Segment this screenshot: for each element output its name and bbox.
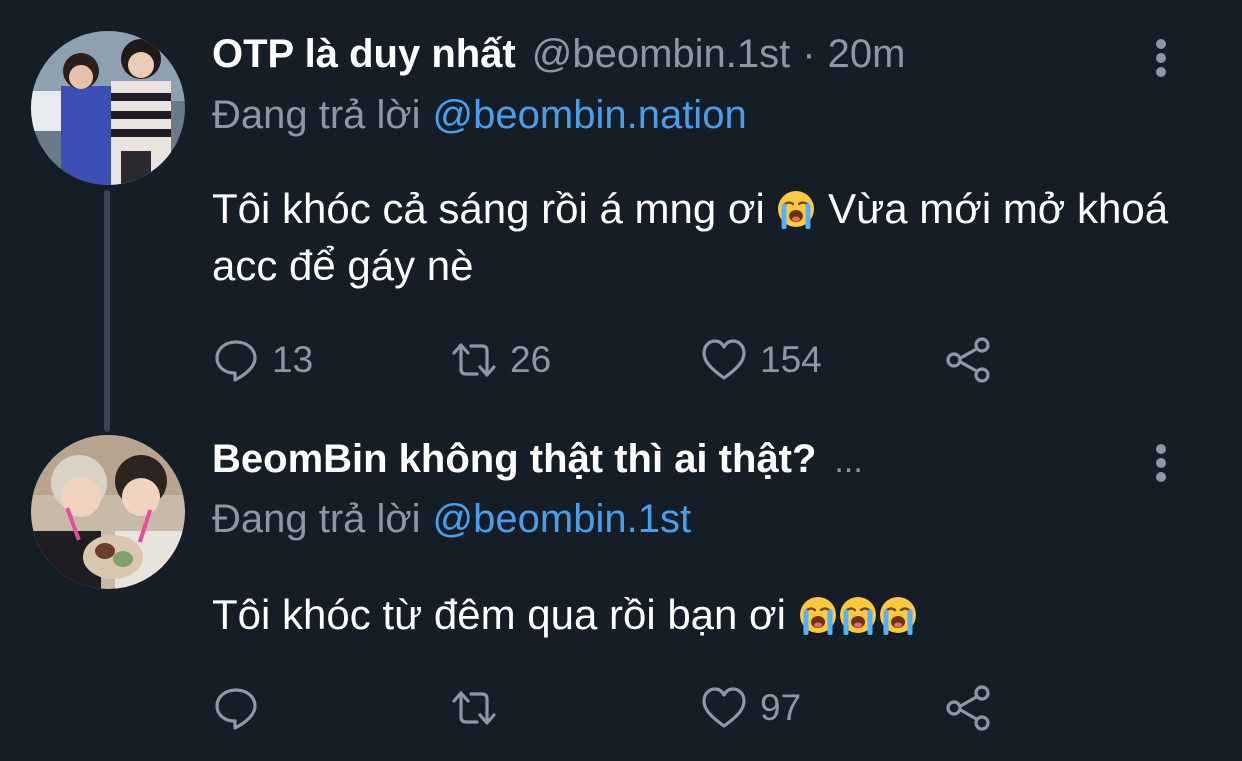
like-count: 154	[760, 339, 822, 380]
like-button[interactable]: 154	[700, 335, 822, 385]
retweet-arrows-icon	[452, 691, 496, 725]
more-options-icon[interactable]	[1150, 35, 1172, 85]
share-button[interactable]	[944, 683, 992, 733]
retweet-button[interactable]: 26	[450, 335, 551, 385]
name-truncation: ...	[834, 442, 863, 480]
display-name[interactable]: BeomBin không thật thì ai thật?	[212, 437, 816, 482]
retweet-count: 26	[510, 339, 552, 380]
user-handle[interactable]: @beombin.1st	[532, 32, 791, 77]
heart-icon	[702, 687, 746, 728]
share-nodes-icon	[946, 685, 990, 731]
replying-to: Đang trả lời @beombin.nation	[212, 93, 747, 138]
display-name[interactable]: OTP là duy nhất	[212, 32, 516, 77]
retweet-arrows-icon	[452, 343, 496, 377]
replying-to-label: Đang trả lời	[212, 497, 421, 541]
speech-bubble-icon	[215, 340, 257, 382]
conversation-thread: OTP là duy nhất @beombin.1st · 20m Đang …	[0, 0, 1242, 761]
avatar[interactable]	[31, 31, 185, 185]
retweet-button[interactable]	[450, 683, 510, 733]
replying-to-label: Đang trả lời	[212, 93, 421, 137]
loudly-crying-face-emoji	[776, 189, 816, 229]
reply-button[interactable]	[212, 683, 272, 733]
share-nodes-icon	[946, 337, 990, 383]
loudly-crying-face-emoji	[798, 595, 838, 635]
loudly-crying-face-emoji	[878, 595, 918, 635]
timestamp[interactable]: 20m	[828, 32, 906, 77]
tweet-text: Tôi khóc từ đêm qua rồi bạn ơi	[212, 586, 1172, 643]
reply-count: 13	[272, 339, 314, 380]
avatar[interactable]	[31, 435, 185, 589]
speech-bubble-icon	[215, 688, 257, 730]
mention-link[interactable]: @beombin.nation	[433, 93, 747, 137]
more-options-icon[interactable]	[1150, 440, 1172, 490]
replying-to: Đang trả lời @beombin.1st	[212, 497, 691, 542]
tweet-actions: 97	[212, 683, 1012, 733]
tweet-text-part: Tôi khóc cả sáng rồi á mng ơi	[212, 185, 777, 232]
share-button[interactable]	[944, 335, 992, 385]
tweet-text: Tôi khóc cả sáng rồi á mng ơi Vừa mới mở…	[212, 180, 1172, 294]
separator-dot: ·	[802, 32, 816, 76]
like-count: 97	[760, 687, 802, 728]
heart-icon	[702, 339, 746, 380]
thread-connector-line	[104, 190, 110, 432]
like-button[interactable]: 97	[700, 683, 801, 733]
tweet-text-part: Tôi khóc từ đêm qua rồi bạn ơi	[212, 591, 798, 638]
reply-button[interactable]: 13	[212, 335, 313, 385]
loudly-crying-face-emoji	[838, 595, 878, 635]
tweet[interactable]: BeomBin không thật thì ai thật? ... Đang…	[0, 432, 1242, 761]
tweet-header: BeomBin không thật thì ai thật? ...	[212, 437, 863, 497]
tweet[interactable]: OTP là duy nhất @beombin.1st · 20m Đang …	[0, 0, 1242, 432]
tweet-actions: 13 26 154	[212, 335, 1012, 385]
tweet-header: OTP là duy nhất @beombin.1st · 20m	[212, 32, 905, 92]
mention-link[interactable]: @beombin.1st	[433, 497, 692, 541]
